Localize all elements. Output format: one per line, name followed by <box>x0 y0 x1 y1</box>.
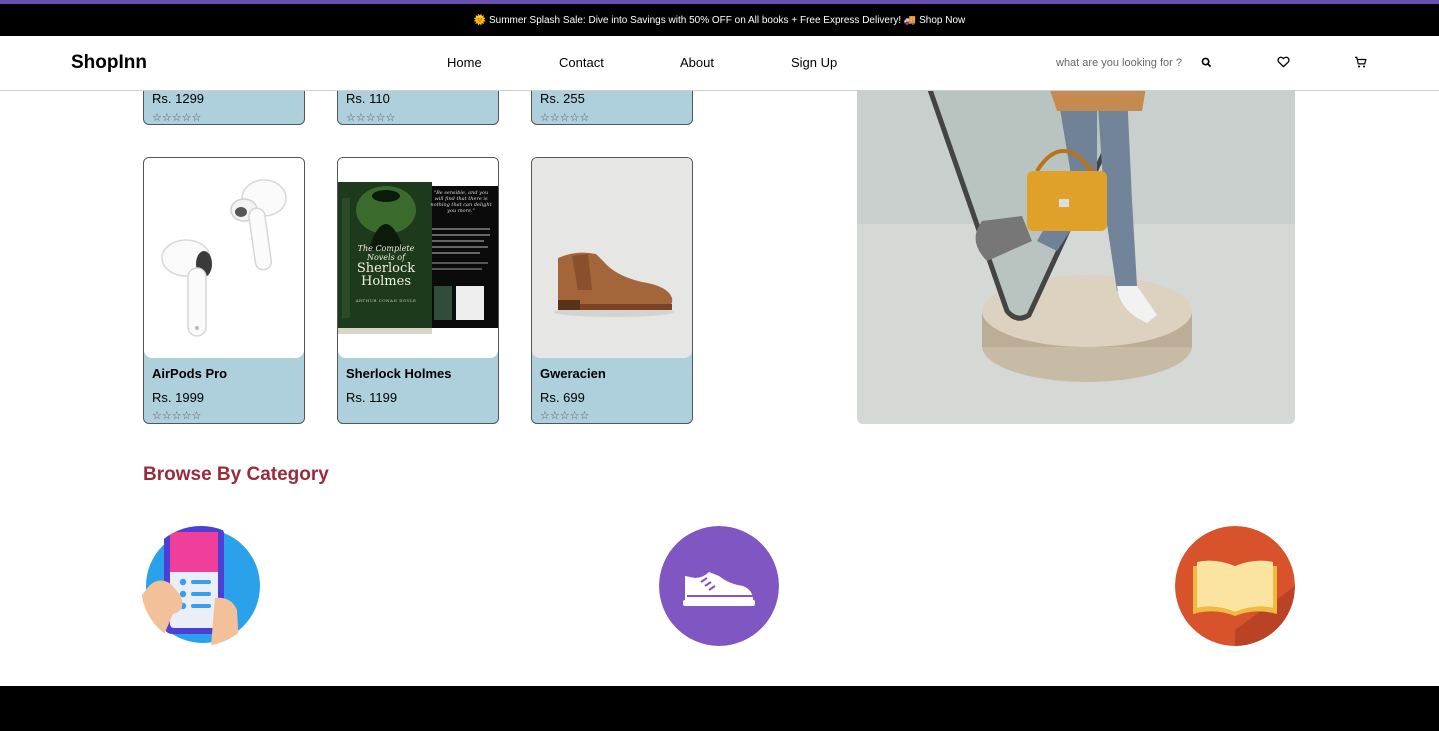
footer <box>0 686 1439 731</box>
category-books[interactable] <box>1175 526 1295 646</box>
nav-home[interactable]: Home <box>447 55 482 70</box>
book-title-line-1: The Complete <box>357 244 415 253</box>
search-icon[interactable] <box>1198 54 1214 70</box>
browse-by-category-title: Browse By Category <box>143 464 329 485</box>
product-price: Rs. 1999 <box>152 390 205 405</box>
product-rating: ☆☆☆☆☆ <box>540 112 590 124</box>
product-image[interactable] <box>144 158 304 358</box>
category-mobile[interactable] <box>141 526 261 646</box>
heart-icon[interactable] <box>1275 54 1291 70</box>
product-rating: ☆☆☆☆☆ <box>152 112 202 124</box>
cart-icon[interactable] <box>1352 54 1368 70</box>
product-price: Rs. 110 <box>346 91 390 106</box>
site-logo[interactable]: ShopInn <box>71 52 147 74</box>
product-card-airpods[interactable]: AirPods Pro Rs. 1999 ☆☆☆☆☆ <box>143 157 305 424</box>
nav-contact[interactable]: Contact <box>559 55 604 70</box>
promo-text[interactable]: 🌞 Summer Splash Sale: Dive into Savings … <box>474 15 966 26</box>
sneaker-icon[interactable] <box>659 526 779 646</box>
search-input[interactable] <box>1056 56 1186 70</box>
product-price: Rs. 699 <box>540 390 585 405</box>
open-book-icon[interactable] <box>1175 526 1295 646</box>
product-name[interactable]: Gweracien <box>540 366 606 381</box>
product-image[interactable]: "Be sensible, and you will find that the… <box>338 158 498 358</box>
promo-banner[interactable]: 🌞 Summer Splash Sale: Dive into Savings … <box>0 4 1439 36</box>
product-image[interactable] <box>532 158 692 358</box>
book-author: ARTHUR CONAN DOYLE <box>355 298 417 303</box>
nav-sign-up[interactable]: Sign Up <box>791 55 837 70</box>
product-card-gweracien[interactable]: Gweracien Rs. 699 ☆☆☆☆☆ <box>531 157 693 424</box>
product-price: Rs. 255 <box>540 91 585 106</box>
book-title: The Complete Novels of Sherlock Holmes <box>344 244 428 288</box>
book-quote: "Be sensible, and you will find that the… <box>430 190 492 214</box>
category-shoes[interactable] <box>659 526 779 646</box>
hero-banner-image[interactable] <box>857 91 1295 424</box>
product-price: Rs. 1199 <box>346 390 398 405</box>
product-rating: ☆☆☆☆☆ <box>540 410 590 422</box>
product-rating: ☆☆☆☆☆ <box>152 410 202 422</box>
product-name[interactable]: AirPods Pro <box>152 366 227 381</box>
mobile-phone-icon[interactable] <box>141 526 261 646</box>
product-card-sherlock[interactable]: "Be sensible, and you will find that the… <box>337 157 499 424</box>
book-title-line-4: Holmes <box>360 274 411 289</box>
product-price: Rs. 1299 <box>152 91 205 106</box>
product-rating: ☆☆☆☆☆ <box>346 112 396 124</box>
product-name[interactable]: Sherlock Holmes <box>346 366 452 381</box>
nav-about[interactable]: About <box>680 55 714 70</box>
navbar: ShopInn Home Contact About Sign Up <box>0 36 1439 91</box>
